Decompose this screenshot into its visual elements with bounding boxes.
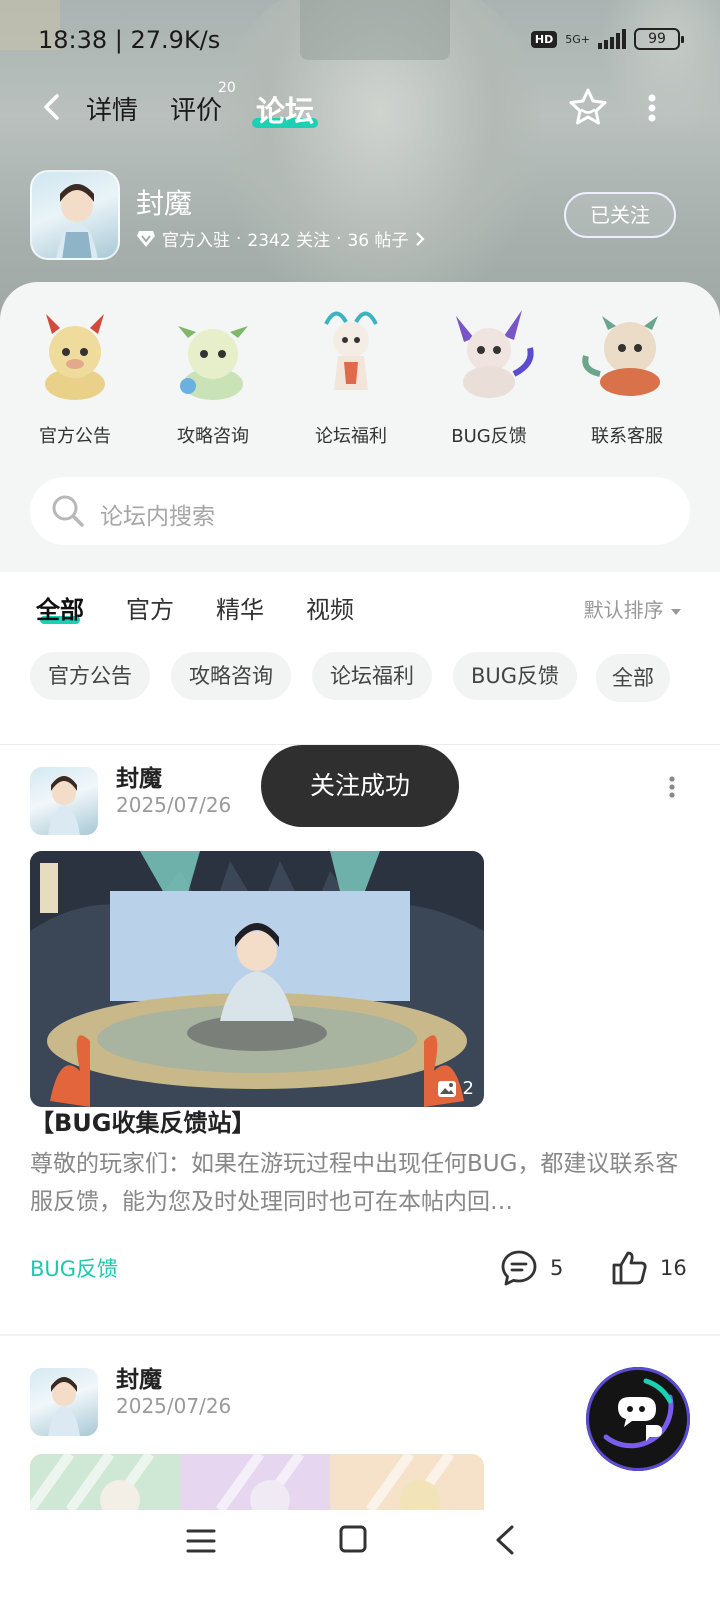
post-image-art bbox=[30, 851, 484, 1107]
tab-forum[interactable]: 论坛 bbox=[256, 88, 314, 130]
meta-separator: · bbox=[236, 228, 242, 249]
forum-search-bar[interactable]: 论坛内搜索 bbox=[30, 477, 690, 545]
image-icon bbox=[437, 1080, 456, 1097]
post-author-name[interactable]: 封魔 bbox=[116, 1360, 162, 1394]
category-shortcuts: 官方公告 攻略咨询 论坛福利 BUG反馈 联系客服 bbox=[0, 304, 720, 454]
category-label: BUG反馈 bbox=[451, 426, 527, 447]
signal-icon bbox=[598, 29, 626, 49]
green-dragon-mascot-icon bbox=[178, 326, 248, 400]
comment-icon bbox=[501, 1250, 537, 1286]
filter-tab-featured[interactable]: 精华 bbox=[216, 590, 264, 625]
sort-dropdown[interactable]: 默认排序 bbox=[584, 594, 682, 623]
chevron-right-icon bbox=[415, 231, 425, 246]
chip-bug-feedback[interactable]: BUG反馈 bbox=[453, 652, 578, 700]
chip-forum-benefits[interactable]: 论坛福利 bbox=[312, 652, 432, 700]
author-avatar-art bbox=[48, 1377, 80, 1436]
search-input[interactable]: 论坛内搜索 bbox=[100, 497, 215, 531]
category-label: 官方公告 bbox=[39, 426, 111, 447]
tab-reviews[interactable]: 评价 bbox=[170, 90, 222, 127]
status-bar: 18:38 | 27.9K/s HD 5G+ 99 bbox=[0, 20, 720, 64]
posts-count: 36 帖子 bbox=[347, 231, 409, 251]
chip-all[interactable]: 全部 bbox=[596, 654, 670, 702]
more-options-icon[interactable] bbox=[646, 92, 658, 124]
sort-label: 默认排序 bbox=[583, 598, 664, 622]
menu-icon[interactable] bbox=[186, 1526, 216, 1556]
game-icon[interactable] bbox=[30, 170, 120, 260]
battery-icon: 99 bbox=[634, 28, 684, 50]
tab-details[interactable]: 详情 bbox=[86, 90, 138, 127]
meta-separator: · bbox=[336, 228, 342, 249]
post-excerpt[interactable]: 尊敬的玩家们：如果在游玩过程中出现任何BUG，都建议联系客服反馈，能为您及时处理… bbox=[30, 1145, 690, 1221]
toast-message: 关注成功 bbox=[261, 745, 459, 827]
game-title: 封魔 bbox=[136, 187, 193, 220]
author-avatar-art bbox=[48, 776, 80, 835]
category-label: 论坛福利 bbox=[315, 426, 387, 447]
status-icons: HD 5G+ 99 bbox=[530, 28, 684, 50]
category-strategy-consult[interactable]: 攻略咨询 bbox=[143, 304, 283, 448]
filter-tab-all[interactable]: 全部 bbox=[36, 590, 84, 625]
like-button[interactable]: 16 bbox=[610, 1249, 687, 1287]
post-image-art bbox=[30, 1454, 484, 1510]
comment-count: 5 bbox=[550, 1256, 564, 1280]
official-label: 官方入驻 bbox=[162, 231, 230, 251]
game-character-art bbox=[56, 184, 98, 258]
verified-diamond-icon bbox=[137, 230, 155, 247]
category-label: 攻略咨询 bbox=[177, 426, 249, 447]
category-official-announcement[interactable]: 官方公告 bbox=[5, 304, 145, 448]
post-image[interactable]: 2 bbox=[30, 851, 484, 1107]
game-stats[interactable]: 官方入驻 · 2342 关注 · 36 帖子 bbox=[136, 226, 425, 251]
post-title[interactable]: 【BUG收集反馈站】 bbox=[30, 1103, 255, 1138]
top-navigation: 详情 评价 20 论坛 bbox=[0, 80, 720, 136]
status-time: 18:38 | 27.9K/s bbox=[38, 26, 221, 54]
forum-sections-panel: 官方公告 攻略咨询 论坛福利 BUG反馈 联系客服 论坛内搜索 bbox=[0, 282, 720, 572]
post-date: 2025/07/26 bbox=[116, 793, 232, 817]
chat-bubble-icon bbox=[603, 1378, 674, 1449]
filter-tab-video[interactable]: 视频 bbox=[306, 590, 354, 625]
image-count: 2 bbox=[462, 1078, 474, 1099]
post-date: 2025/07/26 bbox=[116, 1394, 232, 1418]
post-tag[interactable]: BUG反馈 bbox=[30, 1253, 118, 1283]
followers-count: 2342 关注 bbox=[247, 231, 331, 251]
chip-strategy-consult[interactable]: 攻略咨询 bbox=[171, 652, 291, 700]
post-author-name[interactable]: 封魔 bbox=[116, 759, 162, 793]
favorite-star-icon[interactable] bbox=[566, 86, 610, 130]
filter-tab-official[interactable]: 官方 bbox=[126, 590, 174, 625]
follow-button[interactable]: 已关注 bbox=[564, 192, 676, 238]
post-image[interactable] bbox=[30, 1454, 484, 1510]
category-forum-benefits[interactable]: 论坛福利 bbox=[281, 304, 421, 448]
game-header: 封魔 官方入驻 · 2342 关注 · 36 帖子 已关注 bbox=[30, 170, 690, 262]
chat-fab-button[interactable] bbox=[586, 1367, 690, 1471]
reviews-count-badge: 20 bbox=[218, 80, 236, 96]
dropdown-triangle-icon bbox=[671, 609, 681, 615]
chip-official-announcement[interactable]: 官方公告 bbox=[30, 652, 150, 700]
lion-mascot-icon bbox=[582, 316, 660, 396]
search-icon bbox=[52, 495, 84, 527]
back-triangle-icon[interactable] bbox=[492, 1524, 518, 1556]
purple-dragon-mascot-icon bbox=[456, 310, 534, 398]
avatar[interactable] bbox=[30, 767, 98, 835]
thumbs-up-icon bbox=[612, 1251, 647, 1285]
post-card[interactable]: 封魔 2025/07/26 2 【BUG收集反馈站】 尊敬的玩家们：如果在游玩过… bbox=[0, 745, 720, 1345]
comment-button[interactable]: 5 bbox=[500, 1249, 563, 1287]
system-navigation-bar bbox=[0, 1510, 720, 1600]
category-customer-service[interactable]: 联系客服 bbox=[557, 304, 697, 448]
post-filter-bar: 全部 官方 精华 视频 默认排序 官方公告 攻略咨询 论坛福利 BUG反馈 全部 bbox=[0, 572, 720, 742]
white-dragon-mascot-icon bbox=[324, 311, 378, 390]
category-bug-feedback[interactable]: BUG反馈 bbox=[419, 304, 559, 448]
category-label: 联系客服 bbox=[591, 426, 663, 447]
home-square-icon[interactable] bbox=[338, 1524, 368, 1554]
hd-icon: HD bbox=[530, 30, 558, 48]
network-type: 5G+ bbox=[565, 32, 590, 46]
avatar[interactable] bbox=[30, 1368, 98, 1436]
like-count: 16 bbox=[660, 1256, 687, 1280]
post-more-icon[interactable] bbox=[668, 775, 676, 799]
yellow-dragon-mascot-icon bbox=[45, 314, 105, 400]
back-arrow-icon[interactable] bbox=[38, 92, 68, 122]
image-count-badge: 2 bbox=[437, 1078, 474, 1099]
